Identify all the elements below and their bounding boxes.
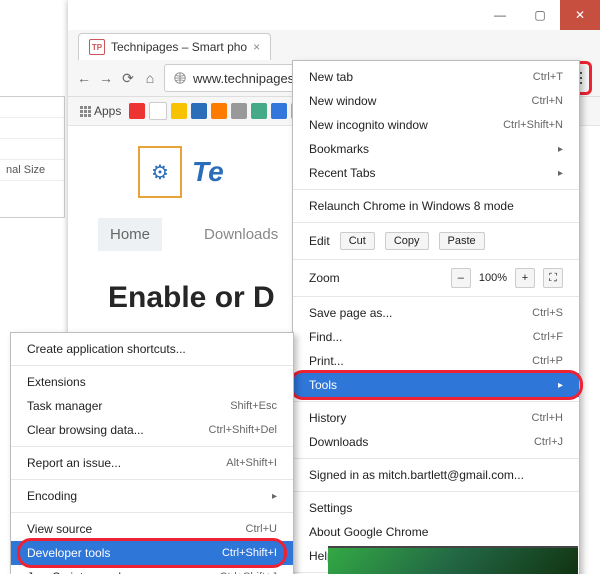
tab-technipages[interactable]: TP Technipages – Smart pho × (78, 33, 271, 60)
reload-button[interactable]: ⟳ (120, 70, 136, 86)
bookmark-item[interactable] (211, 103, 227, 119)
copy-button[interactable]: Copy (385, 232, 429, 250)
fullscreen-button[interactable]: ⛶ (543, 268, 563, 288)
chevron-right-icon: ▸ (558, 380, 563, 391)
favicon-icon: TP (89, 39, 105, 55)
bookmark-item[interactable] (251, 103, 267, 119)
thumbnail-image (328, 546, 578, 574)
menu-relaunch[interactable]: Relaunch Chrome in Windows 8 mode (293, 194, 579, 218)
apps-icon (80, 106, 91, 117)
close-button[interactable]: ✕ (560, 0, 600, 30)
tools-submenu: Create application shortcuts... Extensio… (10, 332, 294, 574)
tab-close-icon[interactable]: × (253, 40, 260, 54)
gear-icon: ⚙ (138, 146, 182, 198)
menu-tools[interactable]: Tools▸ (293, 373, 579, 397)
menu-print[interactable]: Print...Ctrl+P (293, 349, 579, 373)
paste-button[interactable]: Paste (439, 232, 485, 250)
zoom-out-button[interactable]: – (451, 268, 471, 288)
home-button[interactable]: ⌂ (142, 70, 158, 86)
apps-label: Apps (94, 104, 121, 118)
nav-home[interactable]: Home (98, 218, 162, 251)
bookmark-item[interactable] (149, 102, 167, 120)
menu-zoom-row: Zoom – 100% + ⛶ (293, 264, 579, 292)
sub-view-source[interactable]: View sourceCtrl+U (11, 517, 293, 541)
cut-button[interactable]: Cut (340, 232, 375, 250)
menu-settings[interactable]: Settings (293, 496, 579, 520)
menu-history[interactable]: HistoryCtrl+H (293, 406, 579, 430)
sub-extensions[interactable]: Extensions (11, 370, 293, 394)
tab-strip: TP Technipages – Smart pho × (68, 30, 600, 60)
sub-task-manager[interactable]: Task managerShift+Esc (11, 394, 293, 418)
bookmark-item[interactable] (271, 103, 287, 119)
menu-downloads[interactable]: DownloadsCtrl+J (293, 430, 579, 454)
menu-recent-tabs[interactable]: Recent Tabs▸ (293, 161, 579, 185)
nav-downloads[interactable]: Downloads (192, 218, 290, 251)
sub-developer-tools[interactable]: Developer toolsCtrl+Shift+I (11, 541, 293, 565)
bookmark-item[interactable] (171, 103, 187, 119)
chevron-right-icon: ▸ (558, 144, 563, 155)
menu-new-tab[interactable]: New tabCtrl+T (293, 65, 579, 89)
chevron-right-icon: ▸ (272, 491, 277, 502)
menu-signed-in[interactable]: Signed in as mitch.bartlett@gmail.com... (293, 463, 579, 487)
chrome-menu: New tabCtrl+T New windowCtrl+N New incog… (292, 60, 580, 574)
menu-incognito[interactable]: New incognito windowCtrl+Shift+N (293, 113, 579, 137)
bookmark-item[interactable] (231, 103, 247, 119)
sub-create-shortcuts[interactable]: Create application shortcuts... (11, 337, 293, 361)
sub-clear-data[interactable]: Clear browsing data...Ctrl+Shift+Del (11, 418, 293, 442)
sub-js-console[interactable]: JavaScript consoleCtrl+Shift+J (11, 565, 293, 574)
bookmark-item[interactable] (191, 103, 207, 119)
minimize-button[interactable]: — (480, 0, 520, 30)
zoom-in-button[interactable]: + (515, 268, 535, 288)
globe-icon (173, 71, 187, 85)
bookmark-item[interactable] (129, 103, 145, 119)
menu-find[interactable]: Find...Ctrl+F (293, 325, 579, 349)
edit-label: Edit (309, 234, 330, 248)
maximize-button[interactable]: ▢ (520, 0, 560, 30)
tab-title: Technipages – Smart pho (111, 40, 247, 54)
zoom-label: Zoom (309, 271, 443, 285)
menu-new-window[interactable]: New windowCtrl+N (293, 89, 579, 113)
logo-text: Te (192, 156, 224, 188)
window-titlebar: — ▢ ✕ (68, 0, 600, 30)
forward-button[interactable]: → (98, 70, 114, 86)
back-button[interactable]: ← (76, 70, 92, 86)
sub-encoding[interactable]: Encoding▸ (11, 484, 293, 508)
menu-edit-row: Edit Cut Copy Paste (293, 227, 579, 255)
apps-shortcut[interactable]: Apps (76, 103, 125, 119)
menu-save-as[interactable]: Save page as...Ctrl+S (293, 301, 579, 325)
sub-report-issue[interactable]: Report an issue...Alt+Shift+I (11, 451, 293, 475)
zoom-value: 100% (479, 272, 507, 284)
chevron-right-icon: ▸ (558, 168, 563, 179)
menu-about[interactable]: About Google Chrome (293, 520, 579, 544)
menu-bookmarks[interactable]: Bookmarks▸ (293, 137, 579, 161)
side-panel-row: nal Size (0, 160, 64, 181)
side-panel: nal Size (0, 96, 65, 218)
